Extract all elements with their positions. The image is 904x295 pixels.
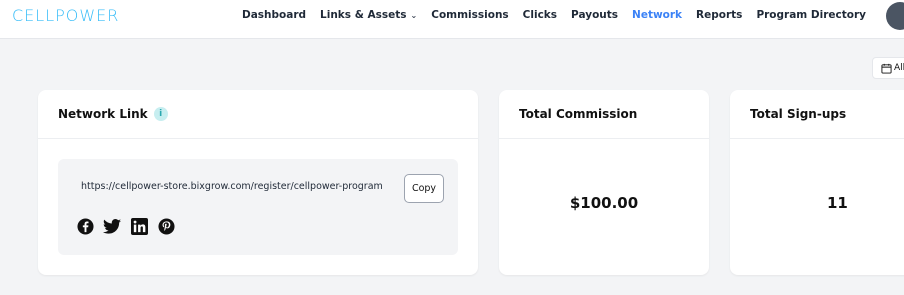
- copy-button[interactable]: Copy: [404, 174, 444, 203]
- avatar[interactable]: [886, 2, 904, 30]
- date-filter-label: All-: [894, 63, 904, 73]
- total-signups-title: Total Sign-ups: [750, 107, 847, 121]
- nav-reports-label: Reports: [696, 9, 743, 21]
- top-navbar: CELLPOWER Dashboard Links & Assets ⌄ Comm…: [0, 0, 904, 39]
- total-signups-card: Total Sign-ups 11: [730, 90, 904, 275]
- facebook-icon[interactable]: [76, 217, 94, 235]
- calendar-icon: [881, 63, 892, 74]
- network-link-header: Network Link i: [38, 90, 478, 139]
- nav-dashboard-label: Dashboard: [242, 9, 307, 21]
- network-link-url[interactable]: https://cellpower-store.bixgrow.com/regi…: [81, 181, 383, 192]
- main-nav: Dashboard Links & Assets ⌄ Commissions Cl…: [242, 9, 880, 21]
- date-filter-button[interactable]: All-: [872, 57, 904, 79]
- nav-links-assets[interactable]: Links & Assets ⌄: [320, 9, 417, 21]
- nav-network[interactable]: Network: [632, 9, 682, 21]
- nav-commissions[interactable]: Commissions: [431, 9, 508, 21]
- social-share-icons: [76, 217, 175, 235]
- network-link-title: Network Link: [58, 107, 148, 121]
- nav-commissions-label: Commissions: [431, 9, 509, 21]
- chevron-down-icon: ⌄: [410, 10, 418, 20]
- nav-clicks-label: Clicks: [522, 9, 558, 21]
- nav-program-directory-label: Program Directory: [756, 9, 866, 21]
- nav-payouts-label: Payouts: [571, 9, 619, 21]
- nav-dashboard[interactable]: Dashboard: [242, 9, 306, 21]
- network-link-box: https://cellpower-store.bixgrow.com/regi…: [58, 159, 458, 255]
- nav-payouts[interactable]: Payouts: [571, 9, 618, 21]
- twitter-icon[interactable]: [103, 217, 121, 235]
- total-commission-value: $100.00: [569, 194, 639, 212]
- total-signups-header: Total Sign-ups: [730, 90, 904, 139]
- linkedin-icon[interactable]: [130, 217, 148, 235]
- nav-reports[interactable]: Reports: [696, 9, 742, 21]
- nav-program-directory[interactable]: Program Directory: [756, 9, 866, 21]
- nav-network-label: Network: [632, 9, 683, 21]
- nav-clicks[interactable]: Clicks: [523, 9, 557, 21]
- total-commission-header: Total Commission: [499, 90, 709, 139]
- nav-links-assets-label: Links & Assets: [320, 9, 407, 21]
- pinterest-icon[interactable]: [157, 217, 175, 235]
- cellpower-logo[interactable]: CELLPOWER: [12, 6, 119, 25]
- total-commission-title: Total Commission: [519, 107, 638, 121]
- info-icon[interactable]: i: [153, 107, 168, 121]
- network-link-card: Network Link i https://cellpower-store.b…: [38, 90, 478, 275]
- total-commission-card: Total Commission $100.00: [499, 90, 709, 275]
- total-signups-value: 11: [827, 194, 848, 212]
